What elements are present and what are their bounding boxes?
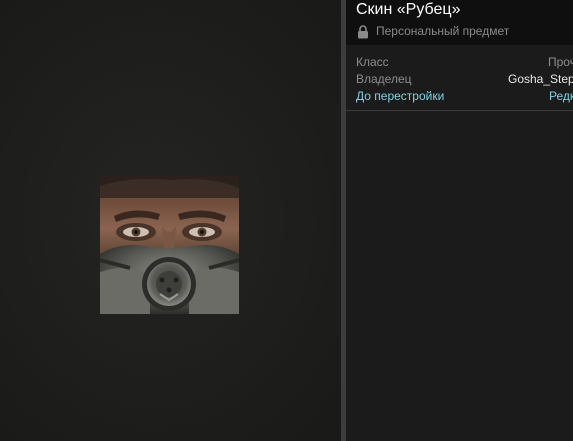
divider-line [346, 110, 573, 111]
item-subtitle: Персональный предмет [376, 24, 510, 38]
item-header: Скин «Рубец» Персональный предмет [346, 0, 573, 45]
item-title: Скин «Рубец» [356, 1, 461, 18]
stat-value: Редк [549, 89, 573, 103]
stat-value: Gosha_Step [508, 72, 573, 86]
item-info-panel: Скин «Рубец» Персональный предмет Класс … [346, 0, 573, 441]
stat-label: Владелец [356, 72, 412, 86]
stat-value: Проч [548, 55, 573, 69]
stat-label: Класс [356, 55, 389, 69]
item-inspector: Скин «Рубец» Персональный предмет Класс … [0, 0, 573, 441]
stat-row-class: Класс Проч [346, 55, 573, 71]
stat-label: До перестройки [356, 89, 445, 103]
item-preview-area [0, 0, 341, 441]
stat-row-rebuild: До перестройки Редк [346, 89, 573, 105]
lock-icon [358, 25, 368, 39]
stat-row-owner: Владелец Gosha_Step [346, 72, 573, 88]
character-portrait [100, 176, 239, 314]
